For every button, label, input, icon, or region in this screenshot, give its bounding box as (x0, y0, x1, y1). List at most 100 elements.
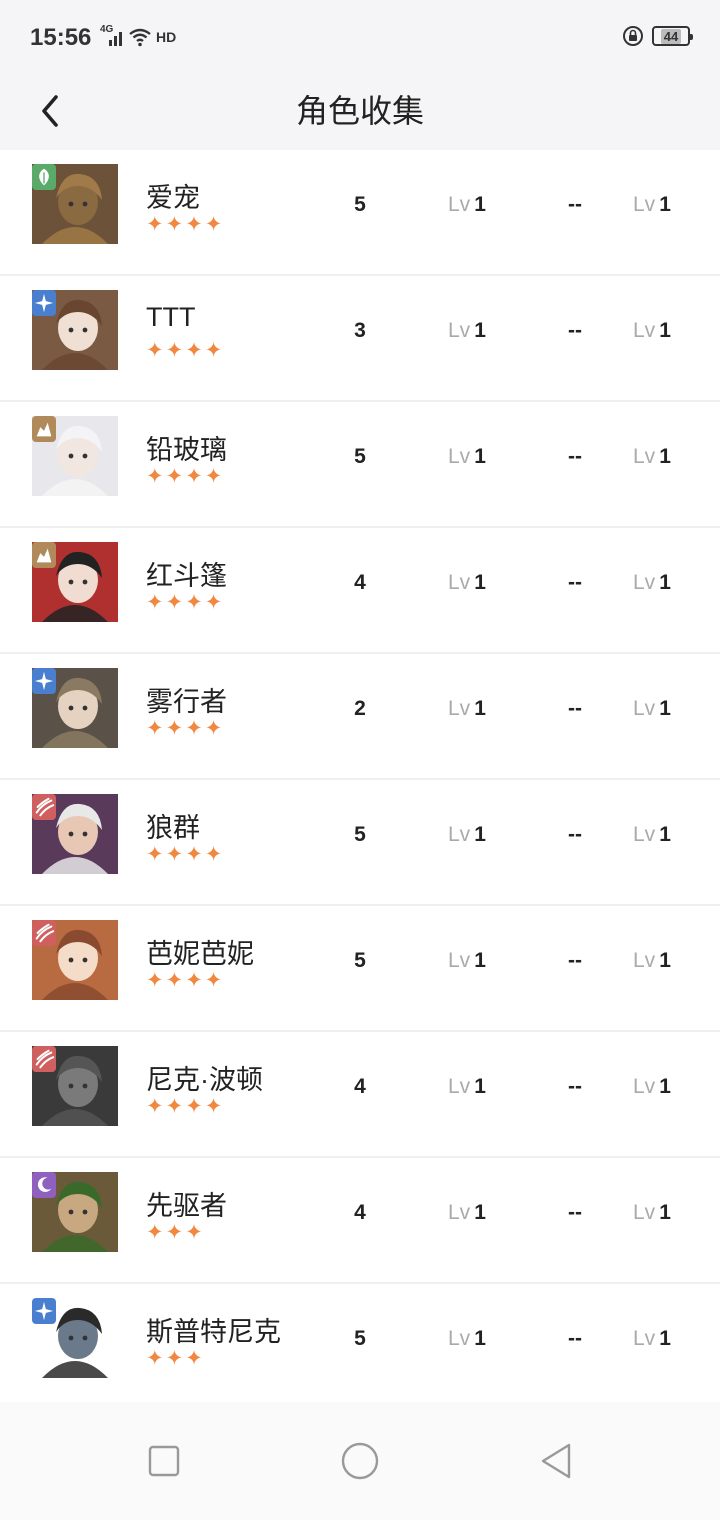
star-rating: ✦✦✦✦ (146, 591, 225, 614)
level-prefix: Lv (448, 949, 471, 972)
level-cell: Lv 1 (448, 823, 486, 847)
level-prefix: Lv (448, 1327, 471, 1350)
character-name: 爱宠 (146, 183, 200, 213)
star-element-icon (32, 290, 56, 316)
level-prefix: Lv (448, 697, 471, 720)
claw-element-icon (32, 1046, 56, 1072)
star-element-icon (32, 1298, 56, 1324)
level-cell: Lv 1 (448, 445, 486, 469)
list-item[interactable]: 尼克·波顿 ✦✦✦✦ 4 Lv 1 -- Lv 1 (0, 1032, 720, 1158)
character-list[interactable]: 爱宠 ✦✦✦✦ 5 Lv 1 -- Lv 1 TTT ✦✦✦✦ 3 Lv 1 -- Lv 1 铅玻璃 ✦✦✦✦ 5 L… (0, 150, 720, 1402)
level-cell: Lv 1 (448, 949, 486, 973)
skill-level-cell: Lv 1 (633, 697, 671, 721)
character-count: 2 (354, 697, 366, 720)
star-rating: ✦✦✦✦ (146, 843, 225, 866)
character-name: TTT (146, 302, 196, 332)
leaf-element-icon (32, 164, 56, 190)
level-prefix: Lv (633, 1327, 656, 1350)
level-cell: Lv 1 (448, 319, 486, 343)
skill-level-value: 1 (659, 949, 671, 972)
moon-element-icon (32, 1172, 56, 1198)
circle-icon (341, 1442, 379, 1480)
status-bar: 15:56 4G HD 44 (0, 0, 720, 72)
triangle-back-icon (541, 1443, 571, 1479)
level-prefix: Lv (633, 1075, 656, 1098)
star-rating: ✦✦✦✦ (146, 465, 225, 488)
list-item[interactable]: 芭妮芭妮 ✦✦✦✦ 5 Lv 1 -- Lv 1 (0, 906, 720, 1032)
skill-level-value: 1 (659, 1201, 671, 1224)
level-cell: Lv 1 (448, 697, 486, 721)
skill-level-cell: Lv 1 (633, 445, 671, 469)
star-element-icon (32, 668, 56, 694)
star-rating: ✦✦✦✦ (146, 969, 225, 992)
stat-value: -- (568, 949, 582, 972)
level-cell: Lv 1 (448, 1075, 486, 1099)
list-item[interactable]: 铅玻璃 ✦✦✦✦ 5 Lv 1 -- Lv 1 (0, 402, 720, 528)
skill-level-cell: Lv 1 (633, 1201, 671, 1225)
list-item[interactable]: 斯普特尼克 ✦✦✦ 5 Lv 1 -- Lv 1 (0, 1284, 720, 1402)
character-count: 5 (354, 823, 366, 846)
list-item[interactable]: 雾行者 ✦✦✦✦ 2 Lv 1 -- Lv 1 (0, 654, 720, 780)
level-value: 1 (474, 949, 486, 972)
status-time: 15:56 (30, 24, 92, 51)
wifi-icon (129, 28, 151, 47)
stat-value: -- (568, 823, 582, 846)
level-value: 1 (474, 571, 486, 594)
list-item[interactable]: 狼群 ✦✦✦✦ 5 Lv 1 -- Lv 1 (0, 780, 720, 906)
square-icon (148, 1445, 180, 1477)
skill-level-cell: Lv 1 (633, 1327, 671, 1351)
list-item[interactable]: 爱宠 ✦✦✦✦ 5 Lv 1 -- Lv 1 (0, 150, 720, 276)
skill-level-value: 1 (659, 823, 671, 846)
stat-value: -- (568, 193, 582, 216)
level-prefix: Lv (448, 319, 471, 342)
level-value: 1 (474, 1201, 486, 1224)
page-title: 角色收集 (295, 93, 424, 129)
character-name: 芭妮芭妮 (146, 939, 254, 969)
star-rating: ✦✦✦ (146, 1221, 205, 1244)
rock-element-icon (32, 542, 56, 568)
character-count: 4 (354, 1201, 366, 1224)
signal-icon: 4G (100, 24, 122, 48)
level-prefix: Lv (633, 697, 656, 720)
list-item[interactable]: TTT ✦✦✦✦ 3 Lv 1 -- Lv 1 (0, 276, 720, 402)
status-right: 44 (622, 25, 693, 47)
character-name: 狼群 (146, 813, 200, 843)
level-value: 1 (474, 193, 486, 216)
skill-level-value: 1 (659, 193, 671, 216)
character-count: 4 (354, 1075, 366, 1098)
list-item[interactable]: 先驱者 ✦✦✦ 4 Lv 1 -- Lv 1 (0, 1158, 720, 1284)
level-prefix: Lv (448, 571, 471, 594)
battery-icon: 44 (652, 26, 693, 46)
level-prefix: Lv (448, 823, 471, 846)
level-prefix: Lv (448, 1201, 471, 1224)
level-prefix: Lv (633, 571, 656, 594)
character-name: 红斗篷 (146, 561, 227, 591)
system-nav-bar (0, 1402, 720, 1520)
claw-element-icon (32, 920, 56, 946)
recents-button[interactable] (139, 1436, 189, 1486)
skill-level-value: 1 (659, 1327, 671, 1350)
list-item[interactable]: 红斗篷 ✦✦✦✦ 4 Lv 1 -- Lv 1 (0, 528, 720, 654)
level-prefix: Lv (633, 445, 656, 468)
character-name: 铅玻璃 (146, 435, 227, 465)
level-cell: Lv 1 (448, 571, 486, 595)
level-prefix: Lv (633, 823, 656, 846)
level-value: 1 (474, 1327, 486, 1350)
back-nav-button[interactable] (531, 1436, 581, 1486)
rotation-lock-icon (623, 26, 643, 46)
level-prefix: Lv (633, 1201, 656, 1224)
stat-value: -- (568, 697, 582, 720)
top-header: 角色收集 (0, 72, 720, 150)
skill-level-cell: Lv 1 (633, 571, 671, 595)
star-rating: ✦✦✦✦ (146, 717, 225, 740)
rock-element-icon (32, 416, 56, 442)
home-button[interactable] (335, 1436, 385, 1486)
stat-value: -- (568, 1201, 582, 1224)
star-rating: ✦✦✦✦ (146, 339, 225, 362)
level-prefix: Lv (448, 445, 471, 468)
level-cell: Lv 1 (448, 193, 486, 217)
skill-level-value: 1 (659, 1075, 671, 1098)
level-prefix: Lv (633, 319, 656, 342)
character-count: 3 (354, 319, 366, 342)
battery-level: 44 (660, 28, 682, 44)
